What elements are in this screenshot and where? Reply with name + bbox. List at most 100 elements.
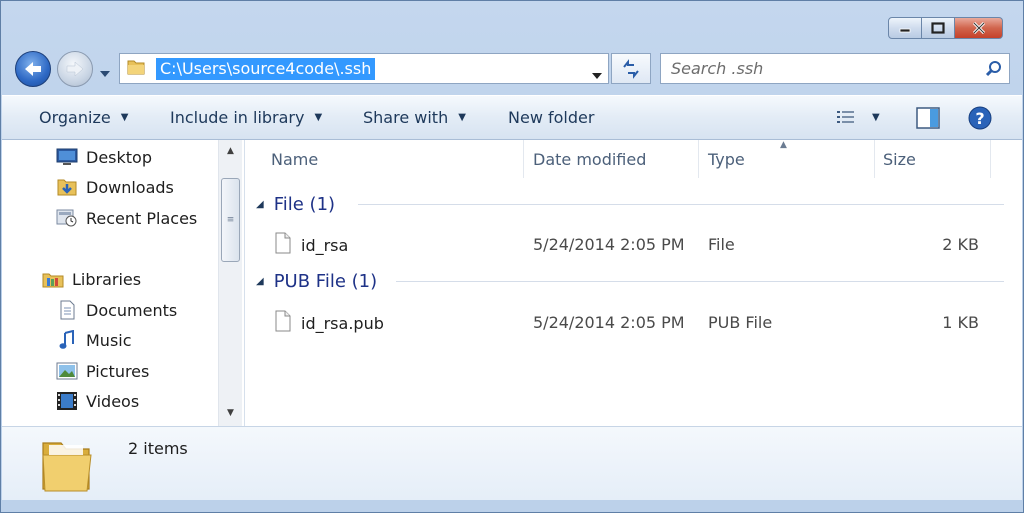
sidebar-item-music[interactable]: Music [56,328,132,352]
help-button[interactable]: ? [968,106,992,134]
chevron-down-icon [100,71,110,77]
file-list: Name Date modified Type Size ▲ ◢ File (1… [246,140,1022,426]
organize-label: Organize [39,108,111,127]
sidebar-item-pictures[interactable]: Pictures [56,359,149,383]
sidebar-item-videos[interactable]: Videos [56,389,139,413]
scroll-down-button[interactable]: ▼ [219,404,242,422]
minimize-icon [899,28,911,33]
close-button[interactable] [955,17,1003,39]
chevron-down-icon: ▼ [227,408,234,418]
file-name-cell: id_rsa.pub [274,310,384,336]
grip-icon: ≡ [226,215,235,225]
file-icon [274,310,292,336]
file-type: PUB File [708,313,773,332]
search-icon[interactable] [985,60,1003,82]
address-bar[interactable]: C:\Users\source4code\.ssh [119,53,609,84]
sidebar-item-recent-places[interactable]: Recent Places [56,206,197,230]
search-box[interactable] [660,53,1010,84]
sidebar-item-desktop[interactable]: Desktop [56,145,152,169]
command-bar: Organize ▼ Include in library ▼ Share wi… [2,95,1022,140]
new-folder-button[interactable]: New folder [508,96,594,139]
sidebar-item-label: Libraries [72,269,142,289]
table-row[interactable]: id_rsa.pub 5/24/2014 2:05 PM PUB File 1 … [274,305,1010,335]
close-icon [972,22,985,34]
videos-icon [56,391,78,411]
file-size: 1 KB [942,313,979,332]
sort-ascending-icon: ▲ [780,140,787,150]
refresh-button[interactable] [611,53,651,84]
recent-pages-dropdown[interactable] [99,63,111,82]
column-header-date-modified[interactable]: Date modified [524,140,699,178]
explorer-window: C:\Users\source4code\.ssh Organize ▼ Inc… [0,0,1024,513]
chevron-down-icon: ▼ [120,112,129,123]
documents-icon [56,300,78,320]
include-in-library-label: Include in library [170,108,305,127]
chevron-down-icon: ▼ [314,112,323,123]
column-header-label: Date modified [533,149,647,169]
arrow-left-icon [25,62,41,76]
sidebar-item-label: Music [86,330,132,350]
file-name-cell: id_rsa [274,232,348,258]
recent-places-icon [56,208,78,228]
chevron-down-icon: ▼ [872,111,880,123]
scroll-thumb[interactable]: ≡ [221,178,240,262]
sidebar-item-label: Desktop [86,147,152,167]
file-name: id_rsa [301,235,349,255]
desktop-icon [56,147,78,167]
new-folder-label: New folder [508,108,595,127]
svg-text:?: ? [975,109,984,128]
sidebar-item-downloads[interactable]: Downloads [56,175,174,199]
libraries-icon [42,269,64,289]
maximize-button[interactable] [922,17,955,39]
content-area: Desktop Downloads Recent Places Librarie… [2,140,1022,426]
navigation-pane: Desktop Downloads Recent Places Librarie… [2,140,245,426]
share-with-menu[interactable]: Share with ▼ [363,96,466,139]
preview-pane-button[interactable] [916,107,940,133]
folder-icon [39,433,103,499]
minimize-button[interactable] [888,17,922,39]
chevron-up-icon: ▲ [227,146,234,156]
chevron-down-icon: ▼ [458,112,466,123]
navigation-bar: C:\Users\source4code\.ssh [15,49,1010,89]
folder-icon [126,57,146,81]
file-icon [274,232,292,258]
sidebar-item-label: Documents [86,300,178,320]
group-divider [396,281,1004,282]
caption-buttons [888,17,1003,39]
scroll-up-button[interactable]: ▲ [219,142,242,160]
group-title: PUB File (1) [273,270,378,292]
column-header-type[interactable]: Type [699,140,875,178]
help-icon: ? [968,106,992,130]
address-path[interactable]: C:\Users\source4code\.ssh [156,57,376,80]
forward-button[interactable] [57,51,93,87]
sidebar-item-label: Videos [86,391,140,411]
refresh-icon [623,58,639,79]
file-date: 5/24/2014 2:05 PM [533,313,685,332]
chevron-down-icon [592,73,602,79]
file-size: 2 KB [942,235,979,254]
downloads-folder-icon [56,177,78,197]
maximize-icon [931,22,945,34]
organize-menu[interactable]: Organize ▼ [39,96,128,139]
collapse-triangle-icon: ◢ [256,275,264,287]
column-header-size[interactable]: Size [875,140,991,178]
address-dropdown[interactable] [592,65,602,84]
group-divider [358,204,1004,205]
include-in-library-menu[interactable]: Include in library ▼ [170,96,322,139]
view-details-icon [837,111,854,123]
group-header[interactable]: ◢ File (1) [256,191,1004,217]
column-header-label: Size [883,149,916,169]
column-header-name[interactable]: Name [246,140,524,178]
collapse-triangle-icon: ◢ [256,198,264,210]
search-input[interactable] [661,54,961,83]
change-view-button[interactable]: ▼ [836,109,880,125]
table-row[interactable]: id_rsa 5/24/2014 2:05 PM File 2 KB [274,227,1010,257]
arrow-right-icon [66,61,84,77]
back-button[interactable] [15,51,51,87]
column-header-label: Name [271,149,319,169]
sidebar-item-label: Pictures [86,361,150,381]
sidebar-item-libraries[interactable]: Libraries [42,267,141,291]
sidebar-item-documents[interactable]: Documents [56,298,177,322]
navigation-scrollbar[interactable]: ▲ ≡ ▼ [218,140,242,426]
group-header[interactable]: ◢ PUB File (1) [256,268,1004,294]
